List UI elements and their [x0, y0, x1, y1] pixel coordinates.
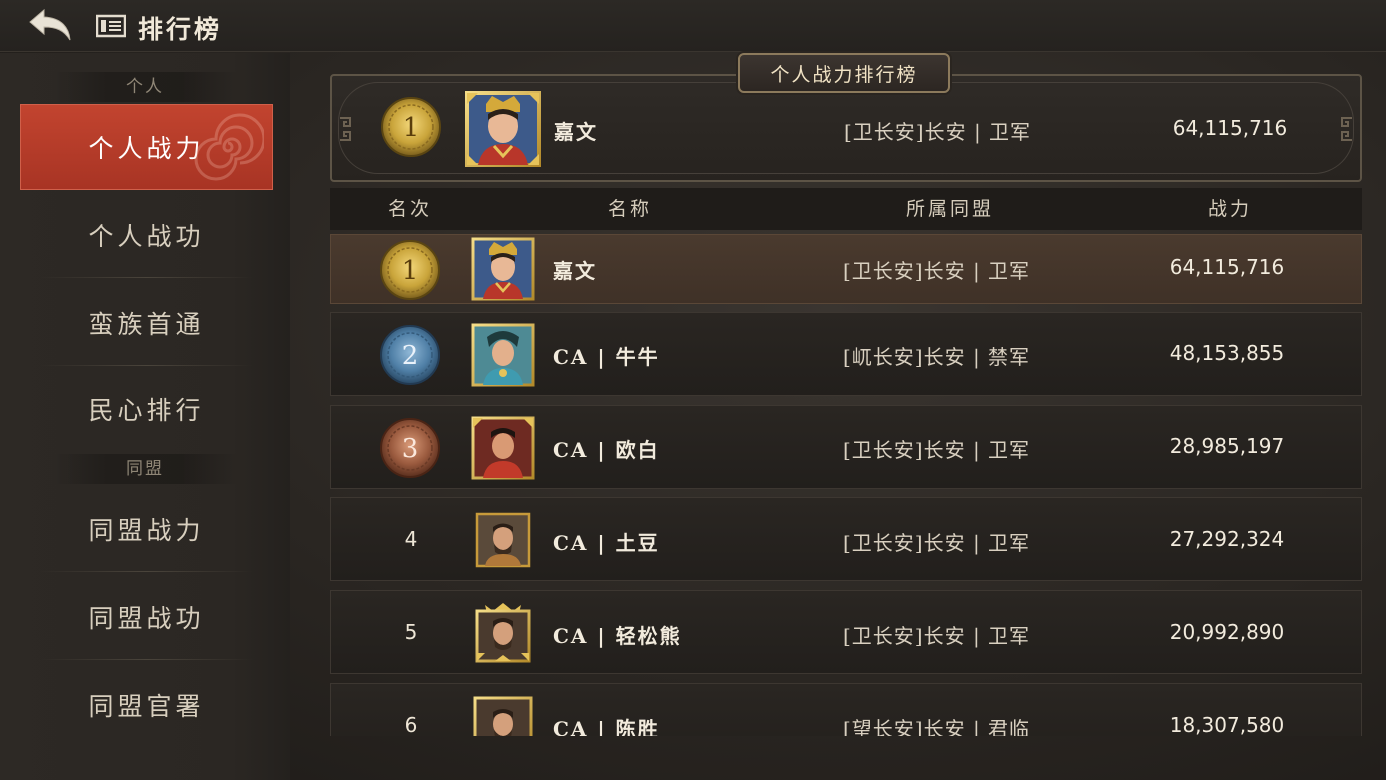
sidebar-item-label: 同盟战功	[88, 604, 205, 633]
bronze-medal-icon: 3	[380, 418, 440, 478]
player-name: 嘉文	[553, 259, 597, 283]
player-avatar[interactable]	[471, 323, 535, 387]
table-row[interactable]: 3 CA | 欧白 [卫长安]长安 | 卫军 28,985,197	[330, 405, 1362, 489]
sidebar-item-label: 民心排行	[88, 396, 205, 425]
power-value: 18,307,580	[1169, 713, 1285, 736]
player-name: CA | 欧白	[553, 438, 660, 462]
player-avatar[interactable]	[471, 237, 535, 301]
sidebar-item-label: 个人战力	[88, 134, 205, 163]
sidebar-item-alliance-power[interactable]: 同盟战力	[20, 486, 273, 572]
svg-text:2: 2	[402, 341, 419, 371]
power-value: 28,985,197	[1169, 434, 1285, 458]
silver-medal-icon: 2	[380, 325, 440, 385]
alliance-name: [屼长安]长安 | 禁军	[843, 345, 1031, 369]
alliance-name: [卫长安]长安 | 卫军	[843, 531, 1031, 555]
rank-number: 6	[404, 713, 418, 736]
power-value: 64,115,716	[1169, 255, 1285, 279]
alliance-name: [卫长安]长安 | 卫军	[843, 259, 1031, 283]
alliance-name: [望长安]长安 | 君临	[843, 717, 1031, 736]
column-header-rank: 名次	[387, 198, 432, 220]
sidebar-item-label: 同盟战力	[88, 516, 205, 545]
ranking-list[interactable]: 1 嘉文 [卫长安]长安 | 卫军 64,115,716 2 CA | 牛牛 […	[330, 230, 1362, 736]
player-avatar[interactable]	[475, 512, 531, 568]
table-row[interactable]: 1 嘉文 [卫长安]长安 | 卫军 64,115,716	[330, 234, 1362, 304]
ranking-book-icon	[96, 14, 126, 38]
rank-number: 4	[404, 527, 418, 551]
power-value: 48,153,855	[1169, 341, 1285, 365]
player-name: CA | 轻松熊	[553, 624, 682, 648]
player-avatar[interactable]	[473, 696, 533, 736]
sidebar-item-label: 个人战功	[88, 222, 205, 251]
alliance-name: [卫长安]长安 | 卫军	[843, 624, 1031, 648]
player-name: CA | 土豆	[553, 531, 660, 555]
table-row[interactable]: 5 CA | 轻松熊 [卫长安]长安 | 卫军 20,992,890	[330, 590, 1362, 674]
svg-text:3: 3	[402, 434, 419, 464]
power-value: 20,992,890	[1169, 620, 1285, 644]
top-bar: 排行榜	[0, 0, 1386, 52]
gold-medal-icon: 1	[380, 240, 440, 300]
player-name: CA | 牛牛	[553, 345, 660, 369]
rank-number: 5	[404, 620, 418, 644]
column-header-power: 战力	[1207, 198, 1252, 220]
player-avatar[interactable]	[471, 416, 535, 480]
player-avatar[interactable]	[464, 90, 542, 168]
sidebar-item-personal-power[interactable]: 个人战力	[20, 104, 273, 190]
table-row[interactable]: 6 CA | 陈胜 [望长安]长安 | 君临 18,307,580	[330, 683, 1362, 736]
back-arrow-icon[interactable]	[26, 6, 78, 46]
table-row[interactable]: 2 CA | 牛牛 [屼长安]长安 | 禁军 48,153,855	[330, 312, 1362, 396]
column-header-alliance: 所属同盟	[905, 198, 994, 220]
player-name: CA | 陈胜	[553, 717, 660, 736]
group-header-personal: 个人	[50, 72, 240, 102]
power-value: 27,292,324	[1169, 527, 1285, 551]
sidebar-item-alliance-merit[interactable]: 同盟战功	[20, 574, 273, 660]
table-header: 名次 名称 所属同盟 战力	[330, 188, 1362, 230]
sidebar-item-barbarian-first[interactable]: 蛮族首通	[20, 280, 273, 366]
sidebar-item-popularity[interactable]: 民心排行	[20, 366, 273, 452]
alliance-name: [卫长安]长安 | 卫军	[843, 438, 1031, 462]
column-header-name: 名称	[607, 198, 652, 220]
table-row[interactable]: 4 CA | 土豆 [卫长安]长安 | 卫军 27,292,324	[330, 497, 1362, 581]
svg-text:1: 1	[402, 256, 419, 286]
group-header-alliance: 同盟	[50, 454, 240, 484]
sidebar-item-alliance-office[interactable]: 同盟官署	[20, 662, 273, 748]
sidebar-item-label: 同盟官署	[88, 692, 205, 721]
sidebar-item-label: 蛮族首通	[88, 310, 205, 339]
corner-ornament-icon	[1341, 117, 1352, 141]
page-title: 排行榜	[138, 15, 223, 44]
swirl-pattern-icon	[194, 113, 264, 181]
self-power: 64,115,716	[1172, 116, 1288, 140]
player-avatar[interactable]	[471, 599, 535, 665]
corner-ornament-icon	[340, 117, 351, 141]
medal-rank-text: 1	[403, 113, 420, 143]
gold-medal-icon: 1	[381, 97, 441, 157]
panel-banner-title: 个人战力排行榜	[738, 53, 950, 93]
self-alliance: [卫长安]长安 | 卫军	[844, 120, 1032, 144]
sidebar-item-personal-merit[interactable]: 个人战功	[20, 192, 273, 278]
self-player-name: 嘉文	[554, 120, 598, 144]
